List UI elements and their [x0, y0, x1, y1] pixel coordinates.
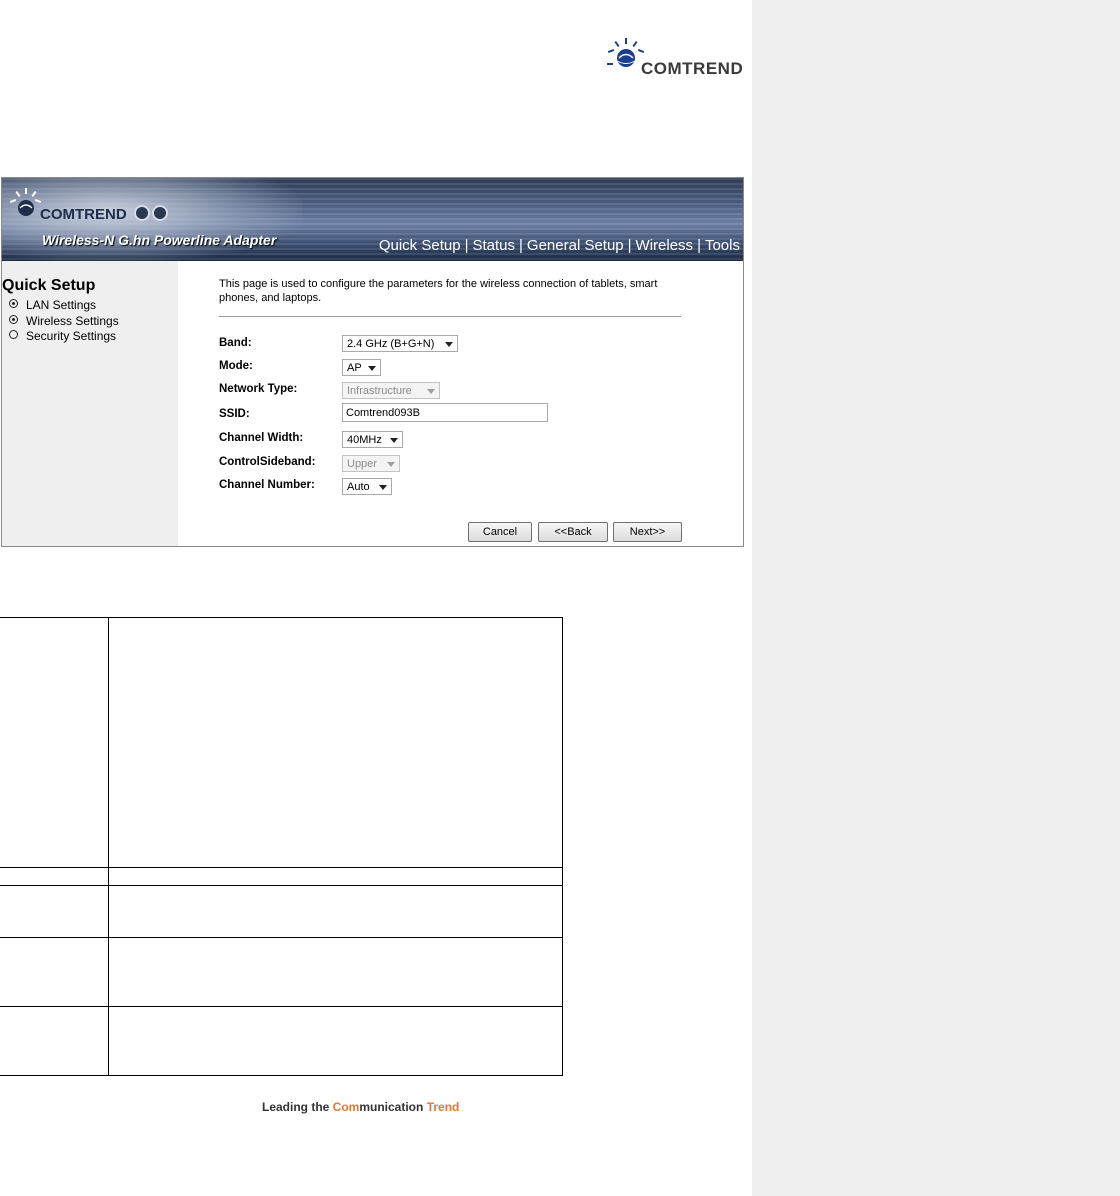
table-row-divider [0, 885, 562, 886]
nav-quick-setup[interactable]: Quick Setup [379, 237, 461, 254]
wireless-settings-form: This page is used to configure the param… [178, 261, 743, 546]
table-row-divider [0, 937, 562, 938]
chevron-down-icon [387, 462, 395, 467]
description-table [0, 617, 563, 1076]
nav-tools[interactable]: Tools [705, 237, 740, 254]
table-row-divider [0, 1006, 562, 1007]
left-sidebar: Quick Setup LAN Settings Wireless Settin… [2, 261, 178, 546]
radio-selected-icon [9, 315, 18, 324]
product-title: Wireless-N G.hn Powerline Adapter [42, 232, 277, 248]
globe-icon [9, 188, 42, 216]
footer-slogan: Leading the Communication Trend [262, 1100, 460, 1114]
radio-empty-icon [9, 330, 18, 339]
chevron-down-icon [445, 342, 453, 347]
nav-general-setup[interactable]: General Setup [527, 237, 624, 254]
channel-width-select[interactable]: 40MHz [342, 431, 403, 448]
control-sideband-select: Upper [342, 455, 400, 472]
nav-wireless[interactable]: Wireless [636, 237, 694, 254]
next-button[interactable]: Next>> [613, 522, 682, 542]
channel-number-select[interactable]: Auto [342, 478, 392, 495]
top-navigation: Quick Setup | Status | General Setup | Wireles… [378, 237, 740, 254]
radio-selected-icon [9, 299, 18, 308]
banner-dots [134, 205, 170, 226]
network-type-label: Network Type: [219, 383, 298, 395]
banner-logo-wordmark: COMTREND [40, 206, 127, 223]
comtrend-logo: COMTREND [604, 34, 754, 84]
chevron-down-icon [379, 485, 387, 490]
sidebar-item-lan-settings[interactable]: LAN Settings [9, 298, 96, 312]
channel-width-label: Channel Width: [219, 432, 304, 444]
ssid-input[interactable]: Comtrend093B [342, 403, 548, 422]
mode-select[interactable]: AP [342, 359, 381, 376]
sidebar-item-security-settings[interactable]: Security Settings [9, 329, 116, 343]
band-label: Band: [219, 337, 252, 349]
table-row-divider [0, 867, 562, 868]
globe-icon [607, 38, 644, 67]
band-select[interactable]: 2.4 GHz (B+G+N) [342, 335, 458, 352]
router-ui-screenshot: COMTREND Wireless-N G.hn Powerline Adapt… [1, 177, 744, 547]
control-sideband-label: ControlSideband: [219, 456, 316, 468]
nav-status[interactable]: Status [472, 237, 515, 254]
cancel-button[interactable]: Cancel [468, 522, 532, 542]
channel-number-label: Channel Number: [219, 479, 315, 491]
chevron-down-icon [390, 438, 398, 443]
intro-text: This page is used to configure the param… [219, 278, 658, 304]
mode-label: Mode: [219, 360, 253, 372]
side-panel [752, 0, 1120, 1196]
back-button[interactable]: <<Back [538, 522, 608, 542]
chevron-down-icon [427, 389, 435, 394]
ssid-label: SSID: [219, 408, 250, 420]
header-banner: COMTREND Wireless-N G.hn Powerline Adapt… [2, 178, 743, 261]
chevron-down-icon [368, 366, 376, 371]
network-type-select: Infrastructure [342, 382, 440, 399]
sidebar-title: Quick Setup [2, 277, 96, 294]
divider [219, 316, 681, 317]
logo-wordmark: COMTREND [641, 59, 744, 78]
sidebar-item-wireless-settings[interactable]: Wireless Settings [9, 314, 119, 328]
